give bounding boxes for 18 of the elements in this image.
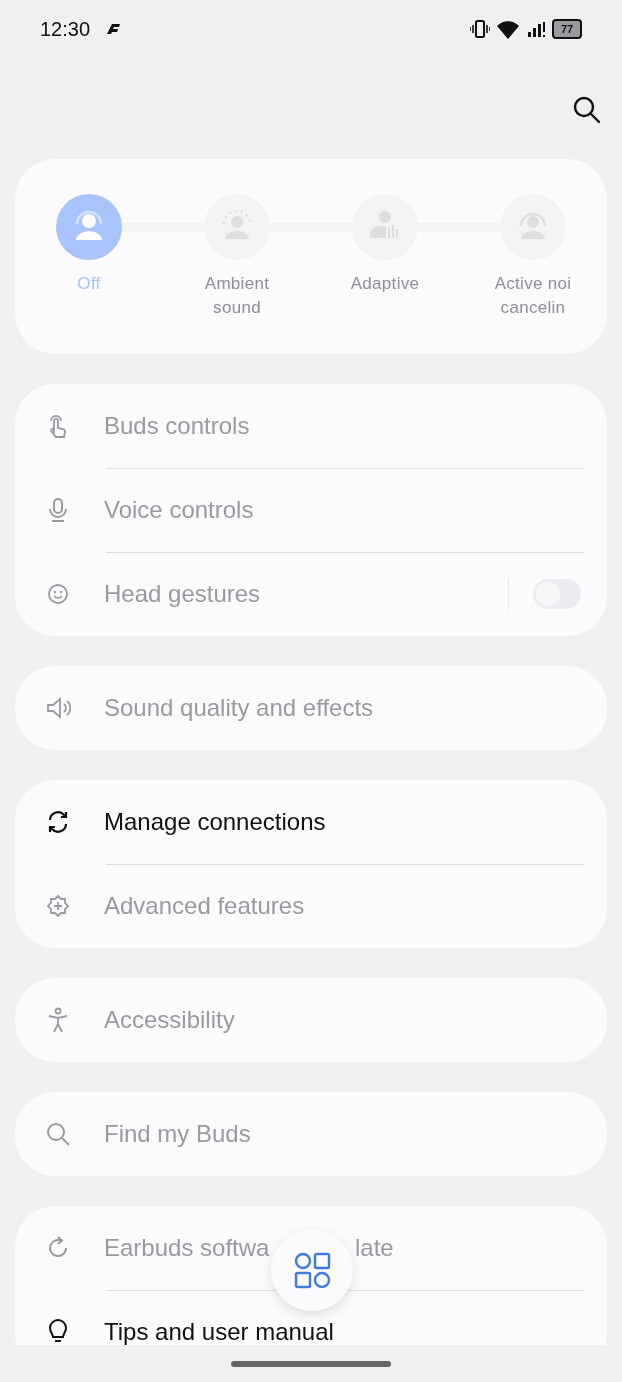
clock: 12:30 — [40, 17, 91, 41]
battery-icon: 77 — [552, 19, 582, 39]
search-icon[interactable] — [572, 95, 602, 125]
mode-label: Ambient sound — [204, 273, 270, 319]
mode-label: Adaptive — [350, 273, 420, 295]
face-icon — [45, 581, 71, 607]
plus-gear-icon — [45, 893, 71, 919]
home-handle[interactable] — [231, 1360, 391, 1367]
mode-label: Active noi cancelin — [494, 273, 572, 319]
signal-icon — [526, 19, 546, 39]
vibrate-icon — [470, 19, 490, 39]
apps-icon — [293, 1251, 331, 1289]
wifi-icon — [496, 18, 520, 40]
search-icon — [45, 1121, 71, 1147]
menu-item[interactable]: Manage connections — [104, 808, 581, 836]
speaker-icon — [45, 695, 71, 721]
menu-item[interactable]: Tips and user manual — [104, 1318, 581, 1345]
mode-label: Off — [77, 273, 101, 295]
